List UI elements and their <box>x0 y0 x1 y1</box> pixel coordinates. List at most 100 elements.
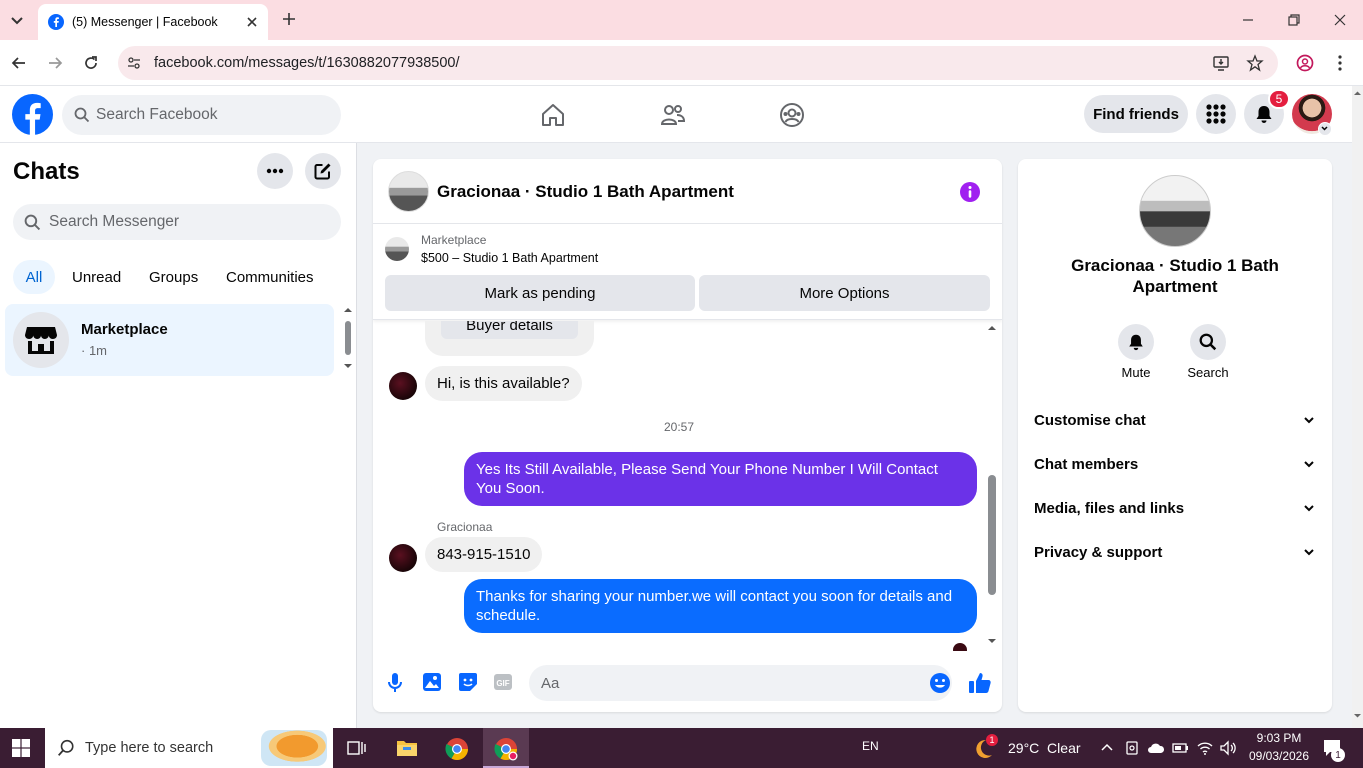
browser-menu-icon[interactable] <box>1334 54 1346 72</box>
volume-icon[interactable] <box>1219 740 1237 756</box>
chats-title: Chats <box>13 158 80 185</box>
sender-avatar[interactable] <box>389 372 417 400</box>
gif-icon[interactable]: GIF <box>493 673 513 691</box>
groups-icon[interactable] <box>779 102 805 128</box>
find-friends-button[interactable]: Find friends <box>1084 95 1188 133</box>
windows-taskbar: Type here to search EN 1 29°C Clear 9:03… <box>0 728 1363 768</box>
filter-all[interactable]: All <box>13 260 55 294</box>
sticker-icon[interactable] <box>458 672 478 692</box>
customise-chat-row[interactable]: Customise chat <box>1034 404 1316 436</box>
search-conversation-button[interactable] <box>1190 324 1226 360</box>
browser-toolbar: facebook.com/messages/t/1630882077938500… <box>0 40 1363 86</box>
profile-icon[interactable] <box>1296 54 1314 72</box>
microphone-icon[interactable] <box>387 672 403 694</box>
facebook-header: Search Facebook Find friends 5 <box>0 86 1352 143</box>
chrome-icon[interactable] <box>445 737 469 761</box>
site-settings-icon[interactable] <box>126 55 142 71</box>
listing-thumbnail[interactable] <box>385 237 409 261</box>
chevron-down-icon <box>1302 545 1316 559</box>
reload-icon[interactable] <box>82 54 100 72</box>
new-message-button[interactable] <box>305 153 341 189</box>
chat-list-item-marketplace[interactable]: Marketplace · 1m <box>5 304 334 376</box>
clock-date[interactable]: 09/03/2026 <box>1244 749 1314 763</box>
clock-time[interactable]: 9:03 PM <box>1248 731 1310 745</box>
more-icon <box>266 168 284 174</box>
url-bar[interactable]: facebook.com/messages/t/1630882077938500… <box>118 46 1278 80</box>
battery-icon[interactable] <box>1172 740 1190 756</box>
mark-as-pending-button[interactable]: Mark as pending <box>385 275 695 311</box>
page-scrollbar[interactable] <box>1352 86 1363 728</box>
friends-icon[interactable] <box>660 102 686 128</box>
buyer-details-button[interactable]: Buyer details <box>441 321 578 339</box>
tray-chevron-up-icon[interactable] <box>1100 741 1114 755</box>
facebook-search-placeholder: Search Facebook <box>96 106 218 123</box>
forward-icon[interactable] <box>46 54 64 72</box>
browser-tab[interactable]: (5) Messenger | Facebook <box>38 4 268 40</box>
home-icon[interactable] <box>540 102 566 128</box>
conversation-info-panel: Gracionaa · Studio 1 Bath Apartment Mute… <box>1018 159 1332 712</box>
new-tab-icon[interactable] <box>280 10 298 28</box>
install-app-icon[interactable] <box>1212 54 1230 72</box>
search-icon <box>74 107 90 123</box>
chat-name: Marketplace <box>81 321 168 338</box>
message-timestamp: 20:57 <box>663 420 695 434</box>
menu-grid-button[interactable] <box>1196 94 1236 134</box>
search-icon <box>1199 333 1217 351</box>
back-icon[interactable] <box>10 54 28 72</box>
facebook-search-input[interactable]: Search Facebook <box>62 95 341 135</box>
fox-illustration-icon <box>261 730 327 766</box>
emoji-icon[interactable] <box>929 672 951 694</box>
close-tab-icon[interactable] <box>246 16 258 28</box>
like-icon[interactable] <box>968 671 992 695</box>
tab-list-icon[interactable] <box>6 9 28 31</box>
device-icon[interactable] <box>1124 740 1140 756</box>
bookmark-star-icon[interactable] <box>1246 54 1264 72</box>
mute-button[interactable] <box>1118 324 1154 360</box>
media-files-links-row[interactable]: Media, files and links <box>1034 492 1316 524</box>
messenger-search-input[interactable]: Search Messenger <box>13 204 341 240</box>
file-explorer-icon[interactable] <box>396 738 418 758</box>
onedrive-icon[interactable] <box>1147 740 1165 756</box>
weather-text[interactable]: 29°C Clear <box>1008 740 1081 756</box>
weather-badge: 1 <box>986 734 998 746</box>
sender-name: Gracionaa <box>437 520 493 534</box>
conversation-title[interactable]: Gracionaa · Studio 1 Bath Apartment <box>437 182 734 202</box>
chrome-profile-taskbar-button[interactable] <box>483 728 529 768</box>
chat-list-scrollbar[interactable] <box>342 305 354 373</box>
facebook-logo-icon[interactable] <box>12 94 53 135</box>
filter-communities[interactable]: Communities <box>216 260 324 294</box>
conversation-avatar[interactable] <box>388 171 429 212</box>
messenger-search-placeholder: Search Messenger <box>49 213 180 230</box>
wifi-icon[interactable] <box>1196 740 1214 756</box>
minimize-icon[interactable] <box>1240 12 1256 28</box>
taskbar-search-input[interactable]: Type here to search <box>45 728 333 768</box>
filter-unread[interactable]: Unread <box>62 260 131 294</box>
row-label: Chat members <box>1034 455 1139 473</box>
privacy-support-row[interactable]: Privacy & support <box>1034 536 1316 568</box>
outgoing-message: Thanks for sharing your number.we will c… <box>464 579 977 633</box>
row-label: Customise chat <box>1034 411 1146 429</box>
info-icon[interactable] <box>959 181 981 203</box>
message-input[interactable]: Aa <box>529 665 952 701</box>
tab-title: (5) Messenger | Facebook <box>72 15 218 29</box>
marketplace-label: Marketplace <box>421 233 487 247</box>
chat-members-row[interactable]: Chat members <box>1034 448 1316 480</box>
task-view-icon[interactable] <box>346 738 366 758</box>
chevron-down-icon <box>1302 501 1316 515</box>
windows-start-icon[interactable] <box>12 739 30 757</box>
chat-options-button[interactable] <box>257 153 293 189</box>
language-indicator[interactable]: EN <box>862 739 879 753</box>
chat-time: · 1m <box>81 343 107 358</box>
filter-groups[interactable]: Groups <box>139 260 208 294</box>
chevron-down-icon <box>1302 457 1316 471</box>
sender-avatar[interactable] <box>389 544 417 572</box>
more-options-button[interactable]: More Options <box>699 275 990 311</box>
account-chevron-icon[interactable] <box>1318 122 1332 136</box>
photo-icon[interactable] <box>422 672 442 692</box>
listing-avatar[interactable] <box>1139 175 1211 247</box>
restore-icon[interactable] <box>1286 12 1302 28</box>
thread-scrollbar[interactable] <box>986 323 998 649</box>
outgoing-message: Yes Its Still Available, Please Send You… <box>464 452 977 506</box>
listing-title[interactable]: $500 – Studio 1 Bath Apartment <box>421 251 598 265</box>
close-window-icon[interactable] <box>1332 12 1348 28</box>
